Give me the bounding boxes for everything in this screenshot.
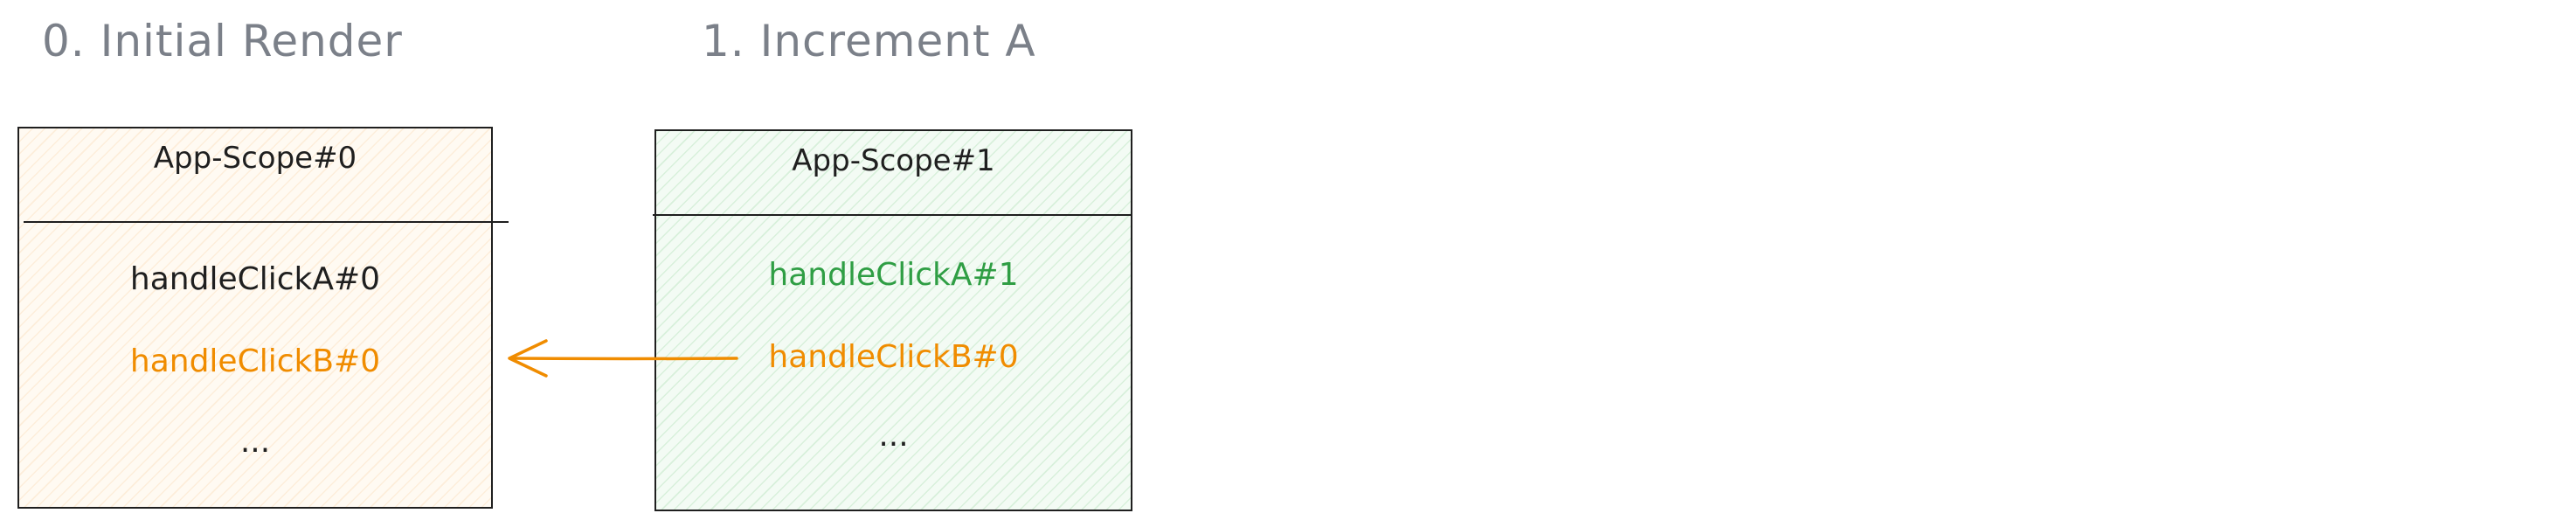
scope-box-0: App-Scope#0 handleClickA#0 handleClickB#… — [17, 127, 509, 509]
scope-0-divider — [24, 221, 509, 223]
scope-box-1: App-Scope#1 handleClickA#1 handleClickB#… — [653, 129, 1132, 511]
scope-1-item-ellipsis: ... — [878, 418, 909, 454]
scope-1-item-handle-click-b: handleClickB#0 — [768, 339, 1019, 375]
step-1-title: 1. Increment A — [702, 16, 1036, 66]
scope-0-item-handle-click-b: handleClickB#0 — [129, 343, 381, 379]
scope-1-header: App-Scope#1 — [792, 143, 995, 178]
scope-1-item-handle-click-a: handleClickA#1 — [768, 257, 1019, 293]
scope-0-header: App-Scope#0 — [153, 141, 357, 176]
step-0-title: 0. Initial Render — [42, 16, 403, 66]
diagram-canvas: 0. Initial Render App-Scope#0 handleClic… — [0, 0, 2576, 527]
scope-0-item-ellipsis: ... — [239, 424, 271, 460]
scope-0-item-handle-click-a: handleClickA#0 — [129, 261, 381, 297]
reuse-arrow-head — [508, 339, 548, 378]
scope-1-divider — [653, 214, 1132, 216]
